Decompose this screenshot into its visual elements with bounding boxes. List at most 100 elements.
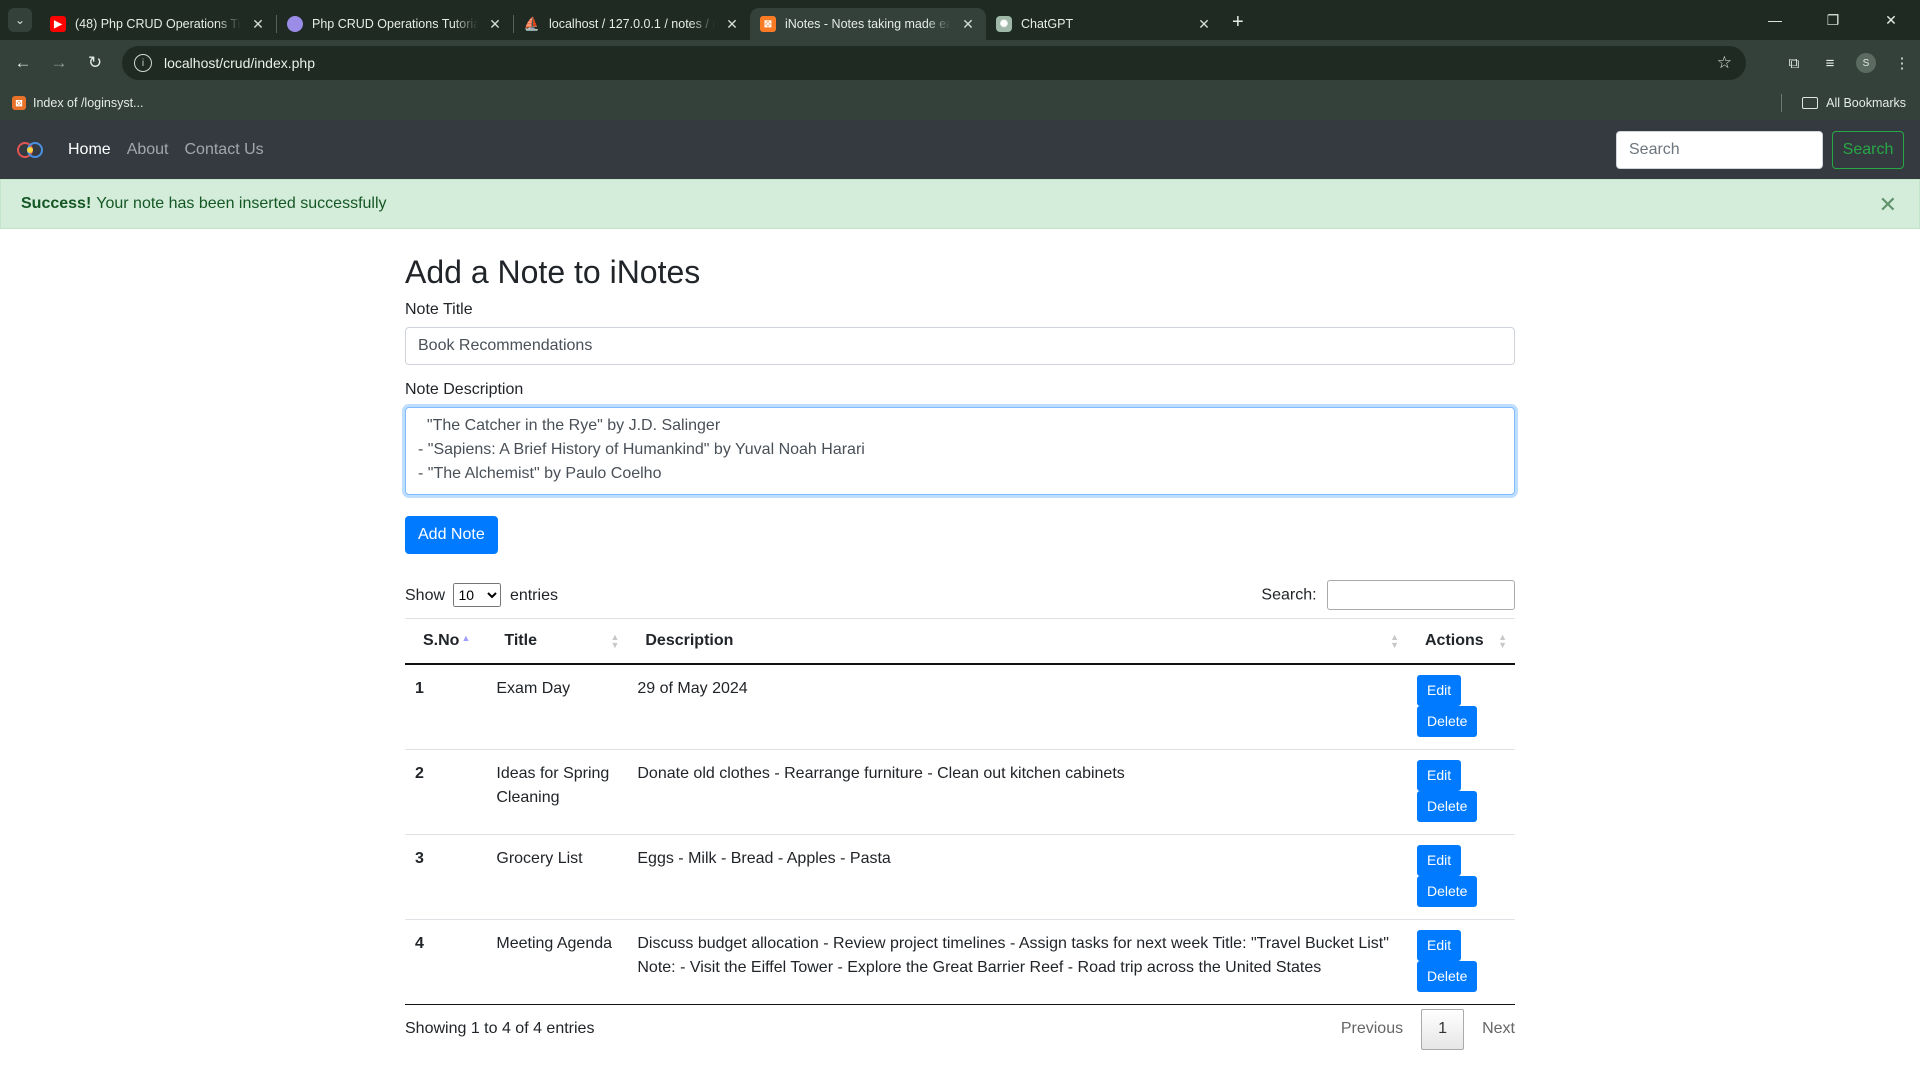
folder-icon [1802, 97, 1819, 109]
xampp-icon: ⊠ [760, 16, 776, 32]
table-search: Search: [1261, 580, 1515, 611]
note-description-textarea[interactable]: "The Catcher in the Rye" by J.D. Salinge… [405, 407, 1515, 496]
page-length-select[interactable]: 10 [453, 583, 502, 608]
delete-button[interactable]: Delete [1417, 875, 1478, 907]
sort-asc-icon: ▲ [461, 633, 471, 644]
col-sno[interactable]: S.No ▲ [405, 618, 487, 665]
tab-title: localhost / 127.0.0.1 / notes / n [549, 17, 715, 31]
tab-close-icon[interactable]: ✕ [724, 16, 740, 33]
cell-description: Eggs - Milk - Bread - Apples - Pasta [627, 833, 1407, 920]
previous-page-button[interactable]: Previous [1341, 1020, 1403, 1038]
edit-button[interactable]: Edit [1417, 929, 1462, 961]
main-container: Add a Note to iNotes Note Title Note Des… [405, 253, 1515, 1054]
bookmark-star-icon[interactable]: ☆ [1717, 53, 1732, 73]
cell-description: Discuss budget allocation - Review proje… [627, 918, 1407, 1004]
tab-close-icon[interactable]: ✕ [487, 16, 503, 33]
header-label: Title [504, 632, 537, 650]
back-icon[interactable]: ← [8, 48, 38, 78]
table-row: 2 Ideas for Spring Cleaning Donate old c… [405, 748, 1515, 835]
alert-message: Your note has been inserted successfully [96, 195, 387, 212]
bookmark-label: Index of /loginsyst... [33, 96, 144, 110]
cell-sno: 4 [405, 918, 487, 1004]
cell-actions: Edit Delete [1407, 918, 1515, 1004]
col-description[interactable]: Description ▲ ▼ [627, 618, 1407, 665]
bookmark-item[interactable]: ⊠ Index of /loginsyst... [12, 96, 143, 110]
note-title-input[interactable] [405, 327, 1515, 366]
menu-icon[interactable]: ⋮ [1884, 45, 1920, 81]
globe-icon [287, 16, 303, 32]
edit-button[interactable]: Edit [1417, 844, 1462, 876]
browser-tab-active[interactable]: ⊠ iNotes - Notes taking made ea ✕ [750, 8, 986, 40]
cell-title: Ideas for Spring Cleaning [486, 748, 628, 835]
page-title: Add a Note to iNotes [405, 254, 701, 290]
header-label: Actions [1425, 632, 1484, 650]
all-bookmarks[interactable]: All Bookmarks [1781, 94, 1906, 112]
extensions-icon[interactable]: ⧉ [1776, 45, 1812, 81]
window-controls: — ❐ ✕ [1746, 0, 1920, 40]
cell-actions: Edit Delete [1407, 664, 1515, 750]
navbar-search-input[interactable] [1616, 131, 1823, 169]
delete-button[interactable]: Delete [1417, 705, 1478, 737]
sort-icon: ▲ ▼ [1390, 632, 1399, 651]
next-page-button[interactable]: Next [1482, 1020, 1515, 1038]
site-info-icon[interactable]: i [134, 54, 152, 72]
reading-list-icon[interactable]: ≡ [1812, 45, 1848, 81]
minimize-icon[interactable]: — [1746, 0, 1804, 40]
cell-actions: Edit Delete [1407, 833, 1515, 920]
profile-avatar[interactable]: S [1856, 53, 1876, 73]
navbar-search-button[interactable]: Search [1832, 131, 1904, 169]
xampp-icon: ⊠ [12, 96, 26, 110]
url-text: localhost/crud/index.php [164, 55, 315, 71]
cell-actions: Edit Delete [1407, 748, 1515, 835]
new-tab-icon[interactable]: + [1232, 11, 1244, 34]
reload-icon[interactable]: ↻ [80, 48, 110, 78]
tab-close-icon[interactable]: ✕ [250, 16, 266, 33]
table-row: 4 Meeting Agenda Discuss budget allocati… [405, 918, 1515, 1004]
sort-icon: ▲ ▼ [610, 632, 620, 651]
table-search-label: Search: [1261, 586, 1317, 604]
browser-tab[interactable]: ✺ ChatGPT ✕ [986, 8, 1222, 40]
delete-button[interactable]: Delete [1417, 790, 1478, 822]
alert-close-icon[interactable]: ✕ [1879, 192, 1897, 218]
brand-logo-icon[interactable] [16, 139, 44, 161]
window-close-icon[interactable]: ✕ [1862, 0, 1920, 40]
address-bar[interactable]: i localhost/crud/index.php ☆ [122, 46, 1746, 80]
sort-icon: ▲ ▼ [1498, 632, 1507, 651]
nav-contact[interactable]: Contact Us [185, 141, 264, 159]
table-search-input[interactable] [1327, 580, 1515, 611]
browser-tab-bar: ⌄ ▶ (48) Php CRUD Operations Tut ✕ Php C… [0, 0, 1920, 40]
cell-title: Meeting Agenda [486, 918, 628, 1004]
edit-button[interactable]: Edit [1417, 674, 1462, 706]
col-title[interactable]: Title ▲ ▼ [486, 618, 628, 665]
navbar-search-form: Search [1616, 131, 1904, 169]
datatable-controls: Show 10 entries Search: [405, 580, 1515, 611]
web-page: Home About Contact Us Search Success! Yo… [0, 120, 1920, 1080]
forward-icon[interactable]: → [44, 48, 74, 78]
tab-close-icon[interactable]: ✕ [1196, 16, 1212, 33]
page-1-button[interactable]: 1 [1421, 1008, 1465, 1050]
tab-search-button[interactable]: ⌄ [8, 8, 32, 32]
table-row: 3 Grocery List Eggs - Milk - Bread - App… [405, 833, 1515, 920]
restore-icon[interactable]: ❐ [1804, 0, 1862, 40]
table-row: 1 Exam Day 29 of May 2024 Edit Delete [405, 664, 1515, 750]
tab-close-icon[interactable]: ✕ [960, 16, 976, 33]
cell-sno: 3 [405, 833, 487, 920]
browser-tab[interactable]: ▶ (48) Php CRUD Operations Tut ✕ [40, 8, 276, 40]
add-note-button[interactable]: Add Note [405, 516, 498, 555]
header-label: Description [645, 632, 734, 650]
delete-button[interactable]: Delete [1417, 960, 1478, 992]
edit-button[interactable]: Edit [1417, 759, 1462, 791]
browser-tab[interactable]: Php CRUD Operations Tutorial ✕ [277, 8, 513, 40]
header-label: S.No [423, 632, 460, 650]
entries-label: entries [509, 587, 558, 605]
cell-sno: 2 [405, 748, 487, 835]
nav-home[interactable]: Home [68, 141, 111, 159]
browser-tab[interactable]: ⛵ localhost / 127.0.0.1 / notes / n ✕ [514, 8, 750, 40]
nav-about[interactable]: About [127, 141, 169, 159]
cell-title: Grocery List [486, 833, 628, 920]
table-info: Showing 1 to 4 of 4 entries [405, 1020, 595, 1038]
page-length-control: Show 10 entries [405, 583, 558, 608]
description-label: Note Description [405, 381, 524, 399]
youtube-icon: ▶ [50, 16, 66, 32]
col-actions[interactable]: Actions ▲ ▼ [1407, 618, 1515, 665]
